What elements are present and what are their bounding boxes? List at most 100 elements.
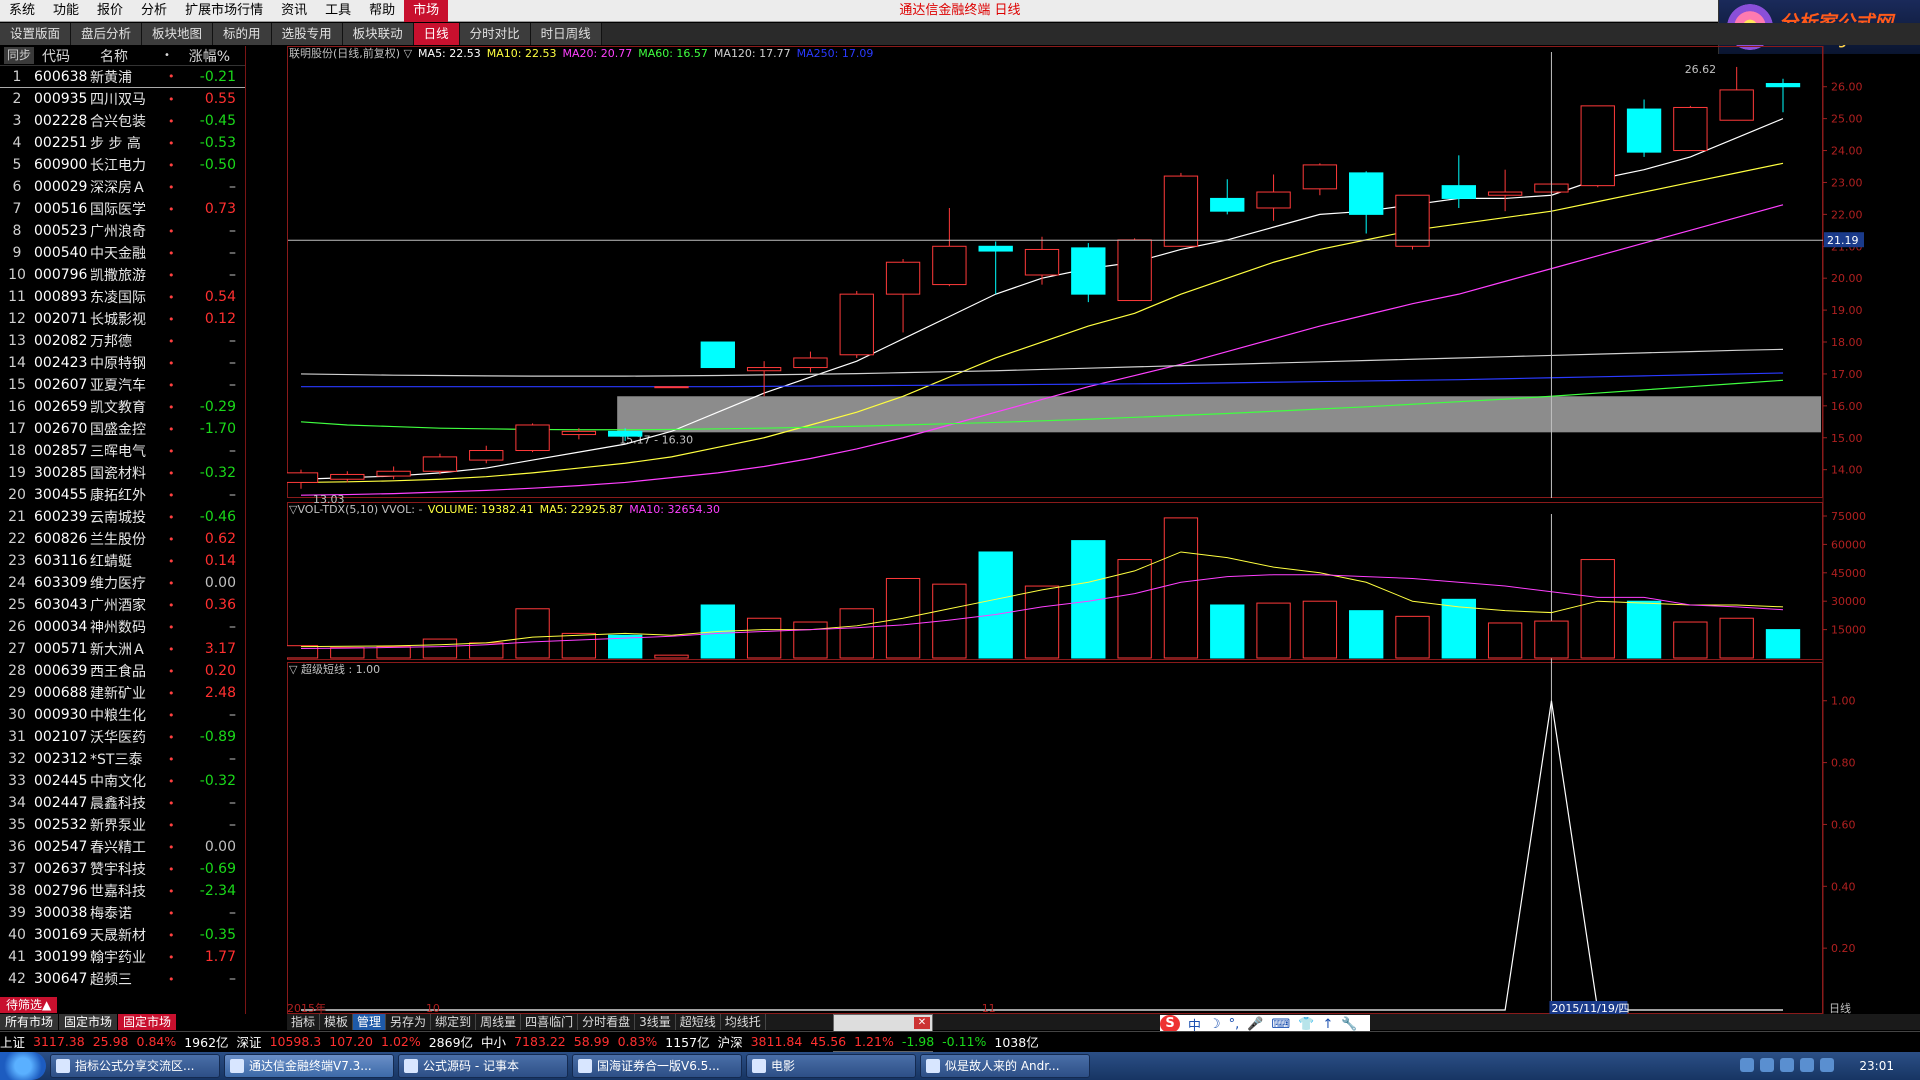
candle-body[interactable] <box>1441 185 1476 199</box>
volume-bar[interactable] <box>1024 585 1060 659</box>
volume-bar[interactable] <box>1395 615 1430 659</box>
stock-row[interactable]: 10 000796 凯撒旅游 • – <box>0 264 245 286</box>
candle-body[interactable] <box>422 456 458 472</box>
candle-body[interactable] <box>1765 83 1801 88</box>
candle-body[interactable] <box>376 470 411 477</box>
stock-row[interactable]: 14 002423 中原特钢 • – <box>0 352 245 374</box>
layout-tab[interactable]: 选股专用 <box>271 23 343 45</box>
volume-bar[interactable] <box>330 647 365 659</box>
candle-body[interactable] <box>1719 89 1754 121</box>
menu-item[interactable]: 市场 <box>404 0 449 22</box>
tray-icon[interactable] <box>1780 1058 1794 1072</box>
stock-row[interactable]: 35 002532 新界泵业 • – <box>0 814 245 836</box>
candle-body[interactable] <box>793 357 828 369</box>
stock-row[interactable]: 9 000540 中天金融 • – <box>0 242 245 264</box>
taskbar-item[interactable]: 国海证券合一版V6.5... <box>572 1054 742 1078</box>
indicator-tool[interactable]: 均线托 <box>721 1014 766 1030</box>
stock-row[interactable]: 20 300455 康拓红外 • – <box>0 484 245 506</box>
ime-icon[interactable]: ☽ <box>1209 1017 1221 1032</box>
col-name-header[interactable]: 名称 <box>100 46 164 66</box>
stock-row[interactable]: 34 002447 晨鑫科技 • – <box>0 792 245 814</box>
indicator-tool[interactable]: 周线量 <box>476 1014 522 1030</box>
stock-row[interactable]: 32 002312 *ST三泰 • – <box>0 748 245 770</box>
volume-bar[interactable] <box>1487 622 1523 659</box>
layout-tab[interactable]: 盘后分析 <box>71 23 143 45</box>
layout-tab[interactable]: 板块地图 <box>142 23 214 45</box>
stock-row[interactable]: 37 002637 赞宇科技 • -0.69 <box>0 858 245 880</box>
volume-bar[interactable] <box>1626 600 1662 659</box>
stock-row[interactable]: 21 600239 云南城投 • -0.46 <box>0 506 245 528</box>
indicator-tool[interactable]: 指标 <box>287 1014 321 1030</box>
stock-row[interactable]: 24 603309 维力医疗 • 0.00 <box>0 572 245 594</box>
indicator-tool[interactable]: 管理 <box>353 1014 387 1030</box>
candle-body[interactable] <box>1163 175 1199 247</box>
candle-body[interactable] <box>654 386 689 389</box>
menu-item[interactable]: 报价 <box>88 0 132 22</box>
stock-row[interactable]: 16 002659 凯文教育 • -0.29 <box>0 396 245 418</box>
stock-row[interactable]: 12 002071 长城影视 • 0.12 <box>0 308 245 330</box>
volume-bar[interactable] <box>1580 559 1615 659</box>
stock-row[interactable]: 31 002107 沃华医药 • -0.89 <box>0 726 245 748</box>
candle-body[interactable] <box>1395 194 1430 247</box>
volume-bar[interactable] <box>561 632 597 659</box>
menu-item[interactable]: 功能 <box>44 0 88 22</box>
close-icon[interactable]: ✕ <box>914 1017 930 1029</box>
stock-row[interactable]: 3 002228 合兴包装 • -0.45 <box>0 110 245 132</box>
menu-item[interactable]: 分析 <box>132 0 176 22</box>
stock-row[interactable]: 2 000935 四川双马 • 0.55 <box>0 88 245 110</box>
taskbar-item[interactable]: 电影 <box>746 1054 916 1078</box>
stock-row[interactable]: 7 000516 国际医学 • 0.73 <box>0 198 245 220</box>
indicator-tool[interactable]: 3线量 <box>635 1014 676 1030</box>
layout-tab[interactable]: 板块联动 <box>342 23 414 45</box>
stock-row[interactable]: 36 002547 春兴精工 • 0.00 <box>0 836 245 858</box>
candle-body[interactable] <box>561 430 597 436</box>
volume-bar[interactable] <box>515 608 550 659</box>
candle-body[interactable] <box>1673 106 1708 152</box>
taskbar-item[interactable]: 通达信金融终端V7.3... <box>224 1054 394 1078</box>
stock-row[interactable]: 38 002796 世嘉科技 • -2.34 <box>0 880 245 902</box>
ime-icon[interactable]: ↑ <box>1322 1017 1333 1032</box>
stock-row[interactable]: 22 600826 兰生股份 • 0.62 <box>0 528 245 550</box>
candle-body[interactable] <box>469 450 504 461</box>
volume-bar[interactable] <box>793 621 828 659</box>
stock-row[interactable]: 27 000571 新大洲Ａ • 3.17 <box>0 638 245 660</box>
pending-filter-button[interactable]: 待筛选▲ <box>0 997 58 1013</box>
stock-row[interactable]: 42 300647 超频三 • – <box>0 968 245 990</box>
stock-row[interactable]: 11 000893 东凌国际 • 0.54 <box>0 286 245 308</box>
taskbar-item[interactable]: 指标公式分享交流区... <box>50 1054 220 1078</box>
menu-item[interactable]: 资讯 <box>272 0 316 22</box>
candle-body[interactable] <box>1580 105 1615 187</box>
candle-body[interactable] <box>608 430 643 437</box>
chart-area[interactable]: 联明股份(日线,前复权) ▽ MA5: 22.53 MA10: 22.53 MA20:… <box>283 46 1867 1015</box>
candle-body[interactable] <box>1071 247 1106 295</box>
stock-row[interactable]: 18 002857 三晖电气 • – <box>0 440 245 462</box>
volume-bar[interactable] <box>1302 600 1338 659</box>
candle-body[interactable] <box>330 473 365 480</box>
clock[interactable]: 23:01 <box>1859 1052 1894 1080</box>
layout-tab[interactable]: 标的用 <box>213 23 272 45</box>
volume-bar[interactable] <box>422 638 458 659</box>
col-code-header[interactable]: 代码 <box>42 46 100 66</box>
volume-bar[interactable] <box>1719 617 1754 659</box>
candle-body[interactable] <box>885 261 921 295</box>
candle-body[interactable] <box>839 293 874 356</box>
volume-bar[interactable] <box>1163 517 1199 659</box>
candle-body[interactable] <box>1024 248 1060 276</box>
stock-row[interactable]: 6 000029 深深房Ａ • – <box>0 176 245 198</box>
tray-icon[interactable] <box>1740 1058 1754 1072</box>
stock-row[interactable]: 23 603116 红蜻蜓 • 0.14 <box>0 550 245 572</box>
menu-item[interactable]: 扩展市场行情 <box>176 0 272 22</box>
candle-body[interactable] <box>1256 191 1291 209</box>
stock-row[interactable]: 19 300285 国瓷材料 • -0.32 <box>0 462 245 484</box>
candle-body[interactable] <box>1626 108 1662 153</box>
indicator-tool[interactable]: 四喜临门 <box>521 1014 579 1030</box>
indicator-tool[interactable]: 绑定到 <box>431 1014 477 1030</box>
stock-row[interactable]: 39 300038 梅泰诺 • – <box>0 902 245 924</box>
volume-bar[interactable] <box>839 608 874 659</box>
volume-bar[interactable] <box>1349 610 1384 659</box>
ime-icon[interactable]: 👕 <box>1298 1017 1314 1032</box>
indicator-tool[interactable]: 超短线 <box>676 1014 721 1030</box>
volume-bar[interactable] <box>978 551 1013 659</box>
tray-icon[interactable] <box>1760 1058 1774 1072</box>
candle-body[interactable] <box>283 472 319 483</box>
